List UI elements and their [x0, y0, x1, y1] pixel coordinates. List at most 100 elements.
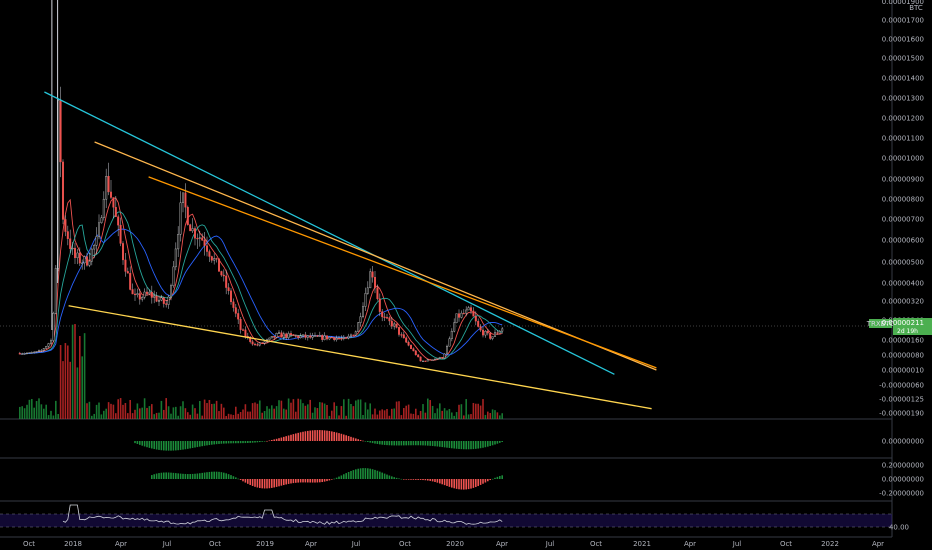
volume-bar [357, 399, 359, 419]
volume-bar [275, 406, 278, 419]
volume-bar [26, 404, 28, 419]
osc1-bar [223, 441, 225, 444]
osc1-bar [307, 430, 309, 441]
candle-body [141, 296, 144, 300]
candle-body [54, 268, 57, 314]
time-tick: Jul [545, 540, 555, 548]
osc1-bar [191, 441, 194, 448]
osc2-bar [448, 479, 451, 487]
osc1-bar [139, 441, 141, 445]
volume-bar [451, 412, 453, 419]
osc2-bar [297, 479, 299, 483]
candle-body [18, 352, 21, 355]
osc2-tick: -0.20000000 [879, 490, 924, 498]
volume-bar [131, 413, 134, 419]
osc2-bar [314, 479, 316, 483]
osc2-bar [470, 479, 472, 489]
candle-body [225, 275, 228, 288]
volume-bar [110, 403, 112, 419]
candle-body [220, 271, 223, 276]
osc1-bar [350, 436, 352, 441]
osc2-bar [479, 479, 482, 485]
candle-body [198, 237, 201, 239]
volume-bar [400, 415, 403, 419]
candle-body [167, 296, 170, 305]
osc1-bar [477, 441, 479, 449]
volume-bar [122, 404, 124, 419]
osc2-bar [307, 479, 309, 483]
candle-body [64, 219, 67, 232]
volume-bar [129, 399, 131, 419]
candle-body [400, 334, 403, 336]
candle-body [414, 350, 417, 356]
price-tick: 0.00001700 [882, 17, 924, 25]
osc2-bar [261, 479, 263, 489]
candle-body [229, 290, 232, 303]
osc2-bar [410, 479, 412, 480]
candle-body [486, 331, 489, 334]
osc1-bar [362, 440, 364, 442]
candle-body [33, 351, 36, 353]
osc1-bar [359, 439, 362, 441]
volume-bar [100, 414, 103, 419]
osc2-bar [482, 479, 484, 484]
volume-bar [345, 415, 347, 419]
osc2-bar [242, 479, 244, 482]
candle-body [498, 330, 501, 334]
time-tick: Apr [872, 540, 884, 548]
candle-body [362, 306, 365, 317]
candle-body [112, 197, 115, 208]
candle-body [426, 359, 429, 362]
osc1-bar [347, 436, 350, 441]
candle-body [52, 313, 55, 341]
candle-body [107, 176, 110, 193]
volume-bar [263, 411, 266, 419]
osc1-bar [309, 430, 311, 441]
volume-bar [415, 408, 417, 419]
volume-bar [446, 410, 448, 419]
volume-bar [283, 408, 285, 419]
volume-bar [501, 413, 503, 419]
candle-body [292, 334, 295, 336]
osc1-bar [494, 441, 496, 445]
volume-bar [62, 361, 64, 419]
osc1-bar [352, 437, 355, 441]
price-tick: 0.00000010 [882, 367, 924, 375]
volume-bar [266, 406, 268, 419]
osc1-bar [172, 441, 175, 451]
osc1-bar [371, 441, 374, 444]
osc2-tick: 0.00000000 [882, 476, 924, 484]
osc2-bar [475, 479, 477, 488]
osc1-bar [482, 441, 484, 448]
osc2-bar [355, 469, 357, 479]
osc2-bar [237, 478, 239, 480]
candle-body [234, 307, 237, 314]
volume-bar [393, 408, 395, 419]
time-tick: Oct [399, 540, 411, 548]
osc2-bar [271, 479, 273, 488]
candle-body [93, 245, 96, 250]
osc2-bar [419, 479, 422, 480]
osc2-bar [249, 479, 251, 485]
axis-unit: BTC [909, 4, 923, 12]
osc2-bar [266, 479, 268, 489]
candle-body [309, 335, 312, 338]
volume-bar [98, 402, 100, 419]
candle-body [90, 248, 93, 262]
candle-body [237, 313, 240, 320]
candle-body [73, 247, 76, 259]
volume-bar [227, 413, 230, 419]
volume-bar [484, 414, 487, 419]
candle-body [491, 336, 494, 339]
volume-bar [436, 408, 439, 419]
osc2-bar [477, 479, 479, 487]
candle-body [402, 334, 405, 339]
volume-bar [148, 406, 151, 419]
osc2-bar [412, 479, 415, 480]
volume-bar [386, 408, 388, 419]
osc1-bar [297, 432, 299, 441]
candle-body [153, 295, 156, 298]
osc2-bar [273, 479, 275, 488]
candle-body [258, 342, 261, 346]
osc1-bar [177, 441, 179, 451]
